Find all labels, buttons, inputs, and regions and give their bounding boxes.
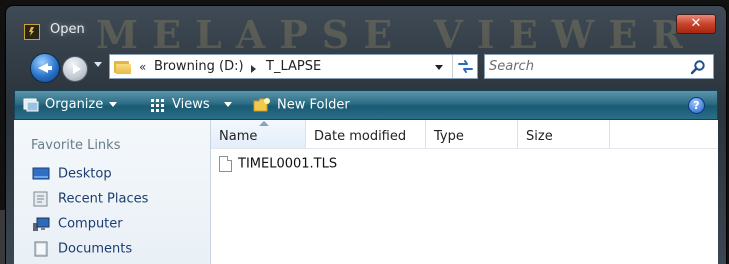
breadcrumb-drive[interactable]: Browning (D:) [154,59,244,74]
breadcrumb-folder[interactable]: T_LAPSE [266,59,321,74]
file-list: Name Date modified Type Size TIMEL0001.T… [211,120,718,264]
address-dropdown-icon[interactable] [435,65,443,70]
column-header-type[interactable]: Type [426,120,518,148]
desktop-icon [32,166,50,182]
favorite-link-computer[interactable]: Computer [32,216,123,236]
search-box[interactable] [484,54,714,79]
help-icon[interactable]: ? [688,97,705,114]
close-button[interactable]: ✕ [676,14,716,34]
forward-button[interactable] [62,56,88,82]
views-icon [151,98,164,112]
documents-icon [32,241,50,257]
views-button[interactable]: Views [150,97,232,112]
refresh-button[interactable] [452,55,478,78]
recent-pages-dropdown[interactable] [94,62,102,67]
folder-icon [114,59,131,74]
open-dialog: MELAPSE VIEWER PLUS Open ✕ « Browning (D… [6,6,726,264]
organize-label: Organize [45,97,104,112]
title-bar[interactable]: MELAPSE VIEWER PLUS Open ✕ [6,6,726,57]
window-title: Open [50,22,85,37]
views-label: Views [172,97,210,112]
breadcrumb-separator-icon[interactable] [251,65,256,73]
file-name: TIMEL0001.TLS [238,156,338,172]
back-button[interactable] [30,53,60,83]
chevron-down-icon [109,102,118,107]
chevron-down-icon [223,102,232,107]
breadcrumb-overflow[interactable]: « [139,60,146,74]
sort-ascending-icon [259,121,269,126]
search-icon[interactable] [690,59,706,75]
new-folder-icon [253,98,270,112]
new-folder-button[interactable]: New Folder [253,97,350,113]
recent-places-icon [32,191,50,207]
refresh-icon [458,60,473,73]
search-input[interactable] [489,57,679,76]
favorite-link-label: Documents [58,241,133,257]
favorite-links-title: Favorite Links [31,138,121,153]
column-header-size[interactable]: Size [518,120,610,148]
favorite-link-desktop[interactable]: Desktop [32,166,112,186]
favorite-link-recent-places[interactable]: Recent Places [32,191,148,211]
favorite-link-label: Desktop [58,166,112,182]
organize-icon [23,98,39,111]
favorite-link-documents[interactable]: Documents [32,241,132,261]
column-header-name[interactable]: Name [211,120,306,148]
favorite-link-label: Recent Places [58,191,149,207]
file-item[interactable]: TIMEL0001.TLS [219,156,337,176]
address-row: « Browning (D:) T_LAPSE [6,50,726,90]
favorite-link-label: Computer [58,216,123,232]
command-toolbar: Organize Views New Folder ? [14,90,718,120]
navigation-pane: Favorite Links Desktop Recent Places Com… [14,120,211,264]
column-header-date-modified[interactable]: Date modified [306,120,426,148]
dialog-content: Favorite Links Desktop Recent Places Com… [14,120,718,264]
organize-button[interactable]: Organize [23,97,118,112]
app-icon [24,24,40,40]
computer-icon [32,216,50,232]
file-icon [219,156,232,172]
address-bar[interactable]: « Browning (D:) T_LAPSE [109,54,478,79]
header-divider [211,148,718,149]
new-folder-label: New Folder [277,97,350,113]
